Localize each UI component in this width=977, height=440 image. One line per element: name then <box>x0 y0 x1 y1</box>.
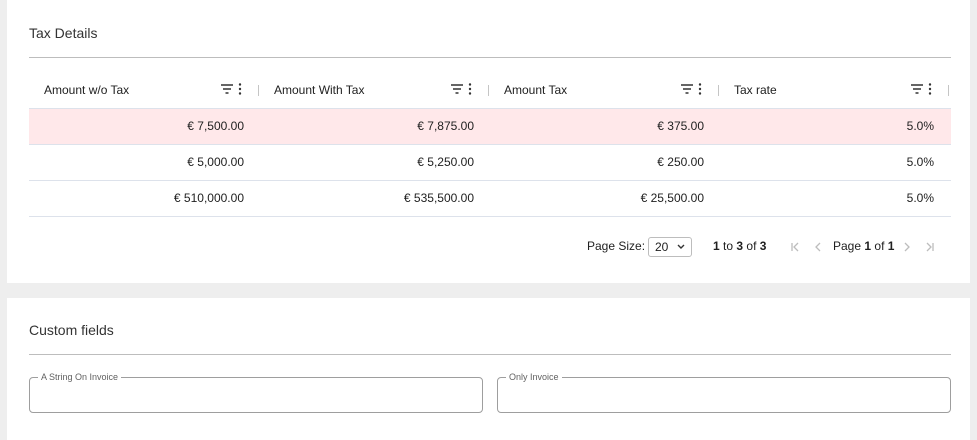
filter-icon[interactable] <box>911 84 923 94</box>
cell-amount-tax: € 375.00 <box>657 119 704 133</box>
page-size-select[interactable]: 20 <box>648 237 692 257</box>
filter-icon[interactable] <box>451 84 463 94</box>
cell-amount-tax: € 25,500.00 <box>640 191 704 205</box>
grid-header-row: Amount w/o Tax Amount With Tax Amount Ta… <box>29 72 951 109</box>
tax-details-divider <box>29 57 951 58</box>
custom-fields-divider <box>29 354 951 355</box>
pagination-bar: Page Size: 20 1 to 3 of 3 Page 1 of 1 <box>7 237 970 257</box>
chevron-down-icon <box>677 244 685 249</box>
field-label: A String On Invoice <box>38 372 122 382</box>
range-of-word: of <box>746 239 757 253</box>
filter-icon[interactable] <box>221 84 233 94</box>
column-menu-icon[interactable] <box>468 83 472 95</box>
column-header-tax-rate[interactable]: Tax rate <box>719 72 949 109</box>
column-header-label: Tax rate <box>734 83 777 97</box>
range-to-word: to <box>723 239 734 253</box>
tax-details-card: Tax Details Amount w/o Tax Amount With T… <box>7 0 970 283</box>
column-menu-icon[interactable] <box>238 83 242 95</box>
tax-details-grid: Amount w/o Tax Amount With Tax Amount Ta… <box>29 72 951 217</box>
column-header-label: Amount Tax <box>504 83 568 97</box>
previous-page-icon[interactable] <box>813 241 823 253</box>
custom-fields-card: Custom fields A String On Invoice Only I… <box>7 298 970 440</box>
table-row[interactable]: € 510,000.00 € 535,500.00 € 25,500.00 5.… <box>29 181 951 217</box>
column-header-label: Amount w/o Tax <box>44 83 130 97</box>
cell-amount-with-tax: € 5,250.00 <box>417 155 474 169</box>
range-from: 1 <box>713 239 720 253</box>
field-label: Only Invoice <box>506 372 562 382</box>
custom-fields-title: Custom fields <box>29 322 114 338</box>
column-menu-icon[interactable] <box>928 83 932 95</box>
page-current: 1 <box>864 239 872 253</box>
cell-amount-wo-tax: € 5,000.00 <box>187 155 244 169</box>
column-header-amount-tax[interactable]: Amount Tax <box>489 72 719 109</box>
cell-amount-wo-tax: € 510,000.00 <box>173 191 244 205</box>
only-invoice-field[interactable]: Only Invoice <box>497 372 951 413</box>
page-of-word: of <box>874 239 885 253</box>
range-to: 3 <box>736 239 744 253</box>
column-resize-handle[interactable] <box>948 85 949 96</box>
page-word: Page <box>833 239 862 253</box>
range-total: 3 <box>759 239 767 253</box>
cell-tax-rate: 5.0% <box>906 191 934 205</box>
column-header-label: Amount With Tax <box>274 83 365 97</box>
next-page-icon[interactable] <box>902 241 912 253</box>
column-header-amount-wo-tax[interactable]: Amount w/o Tax <box>29 72 259 109</box>
cell-amount-with-tax: € 7,875.00 <box>417 119 474 133</box>
filter-icon[interactable] <box>681 84 693 94</box>
page-indicator: Page 1 of 1 <box>833 239 894 253</box>
row-range-summary: 1 to 3 of 3 <box>713 239 766 253</box>
cell-tax-rate: 5.0% <box>906 155 934 169</box>
first-page-icon[interactable] <box>790 241 800 253</box>
column-header-amount-with-tax[interactable]: Amount With Tax <box>259 72 489 109</box>
a-string-on-invoice-field[interactable]: A String On Invoice <box>29 372 483 413</box>
cell-amount-wo-tax: € 7,500.00 <box>187 119 244 133</box>
page-total: 1 <box>887 239 895 253</box>
last-page-icon[interactable] <box>925 241 935 253</box>
column-menu-icon[interactable] <box>698 83 702 95</box>
page-size-label: Page Size: <box>587 239 646 253</box>
tax-details-title: Tax Details <box>29 25 98 41</box>
table-row[interactable]: € 5,000.00 € 5,250.00 € 250.00 5.0% <box>29 145 951 181</box>
cell-amount-with-tax: € 535,500.00 <box>403 191 474 205</box>
cell-amount-tax: € 250.00 <box>657 155 704 169</box>
cell-tax-rate: 5.0% <box>906 119 934 133</box>
table-row[interactable]: € 7,500.00 € 7,875.00 € 375.00 5.0% <box>29 109 951 145</box>
page-size-value: 20 <box>655 240 669 254</box>
